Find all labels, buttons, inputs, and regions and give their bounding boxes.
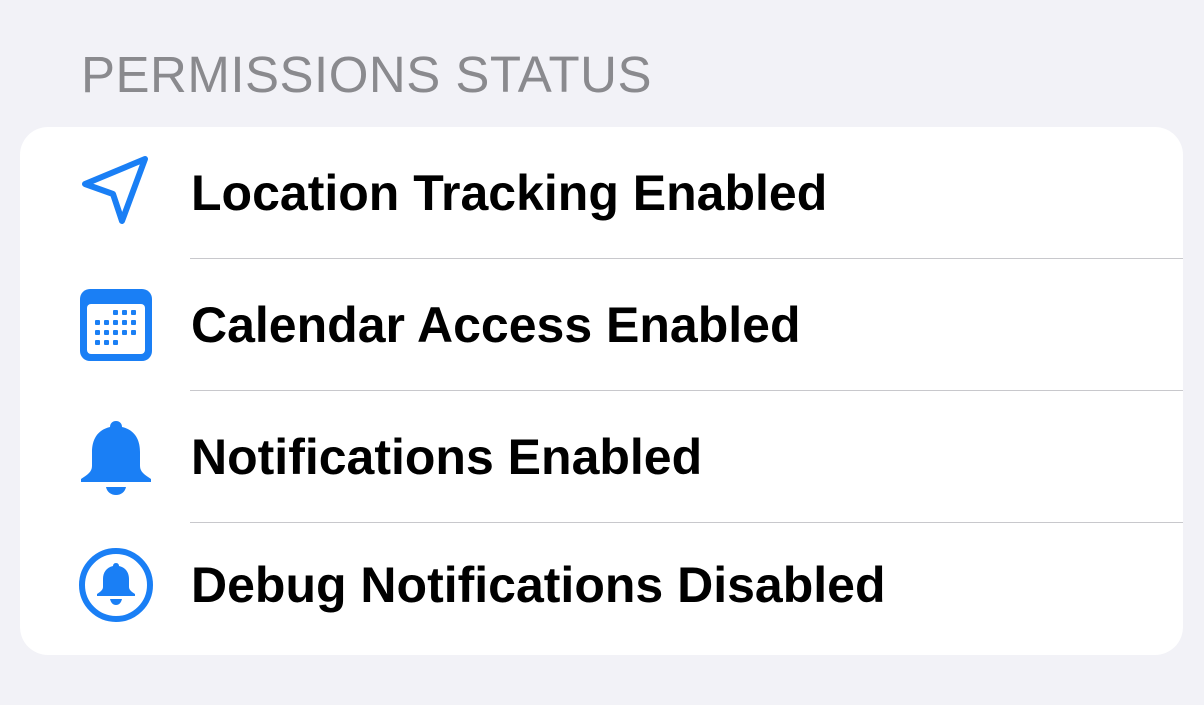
permission-row-calendar[interactable]: Calendar Access Enabled: [20, 259, 1183, 391]
location-arrow-icon: [77, 154, 155, 232]
bell-circle-icon: [77, 546, 155, 624]
calendar-icon: [77, 286, 155, 364]
permission-label: Location Tracking Enabled: [191, 165, 828, 221]
section-header: PERMISSIONS STATUS: [81, 46, 653, 103]
permission-row-debug-notifications[interactable]: Debug Notifications Disabled: [20, 523, 1183, 655]
permissions-card: Location Tracking Enabled Calendar Acces…: [20, 127, 1183, 655]
permission-label: Notifications Enabled: [191, 429, 703, 485]
permission-label: Debug Notifications Disabled: [191, 557, 886, 613]
permission-row-notifications[interactable]: Notifications Enabled: [20, 391, 1183, 523]
bell-icon: [77, 418, 155, 496]
permission-row-location[interactable]: Location Tracking Enabled: [20, 127, 1183, 259]
permission-label: Calendar Access Enabled: [191, 297, 801, 353]
